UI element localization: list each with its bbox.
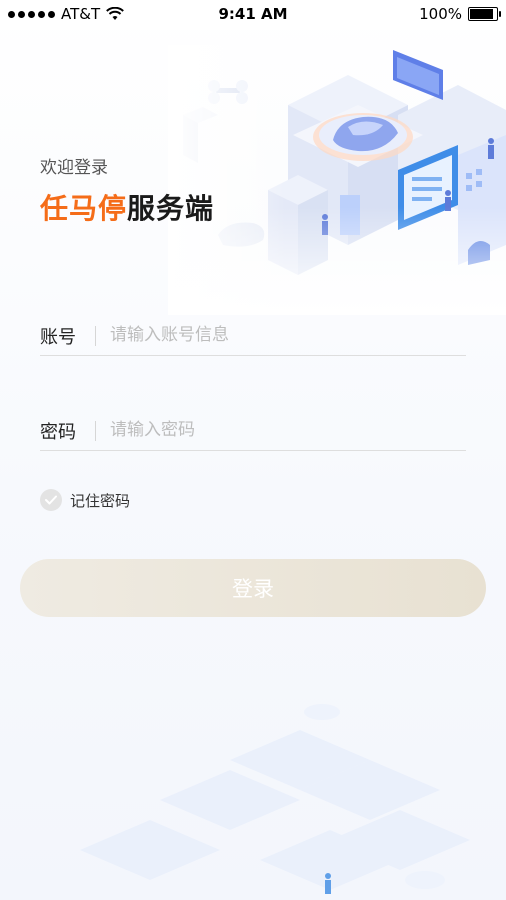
check-icon <box>45 495 57 505</box>
remember-password-toggle[interactable]: 记住密码 <box>40 489 130 511</box>
remember-checkbox[interactable] <box>40 489 62 511</box>
brand-rest: 服务端 <box>127 192 215 225</box>
bottom-decoration <box>80 704 470 894</box>
login-button[interactable]: 登录 <box>20 559 486 617</box>
password-label: 密码 <box>40 422 76 443</box>
account-input[interactable] <box>108 319 462 351</box>
welcome-text: 欢迎登录 <box>40 158 108 178</box>
field-divider <box>95 421 96 441</box>
city-illustration <box>168 45 506 315</box>
status-right: 100% <box>419 5 501 23</box>
password-field: 密码 <box>40 408 466 451</box>
app-title: 任马停服务端 <box>40 187 214 227</box>
account-field: 账号 <box>40 313 466 356</box>
account-label: 账号 <box>40 327 76 348</box>
status-bar: AT&T 9:41 AM 100% <box>0 0 506 30</box>
remember-label: 记住密码 <box>70 491 131 510</box>
password-input[interactable] <box>108 414 462 446</box>
battery-percent: 100% <box>419 5 462 23</box>
brand-highlight: 任马停 <box>40 192 128 225</box>
field-divider <box>95 326 96 346</box>
battery-icon <box>468 7 501 21</box>
